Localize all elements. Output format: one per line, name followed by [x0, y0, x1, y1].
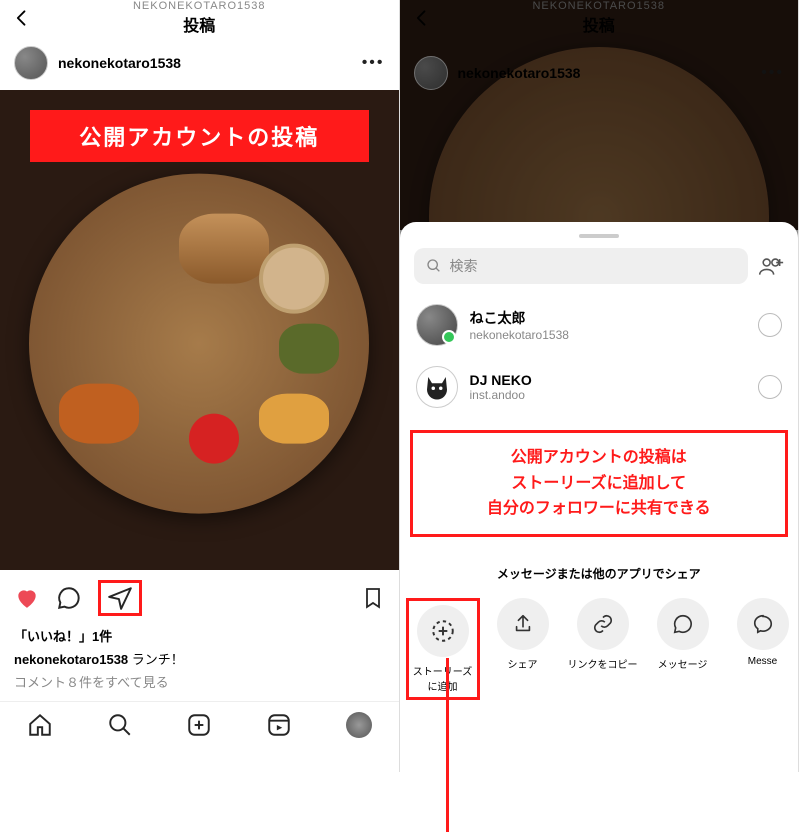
- header-title: 投稿: [0, 12, 399, 36]
- post-meta: 「いいね！」1件 nekonekotaro1538 ランチ！ コメント８件をすべ…: [0, 626, 399, 701]
- share-label: ストーリーズに追加: [411, 663, 475, 693]
- copy-link-button[interactable]: リンクをコピー: [566, 598, 640, 671]
- share-section-title: メッセージまたは他のアプリでシェア: [400, 545, 799, 592]
- share-label: リンクをコピー: [568, 656, 638, 671]
- search-placeholder: 検索: [450, 256, 478, 276]
- post-header: nekonekotaro1538 •••: [0, 36, 399, 90]
- add-to-story-button[interactable]: ストーリーズに追加: [406, 598, 480, 700]
- contact-avatar: [416, 304, 458, 346]
- contact-name: DJ NEKO: [470, 372, 747, 388]
- avatar[interactable]: [14, 46, 48, 80]
- contact-item[interactable]: ねこ太郎 nekonekotaro1538: [400, 294, 799, 356]
- search-input[interactable]: 検索: [414, 248, 749, 284]
- share-sheet: 検索 ねこ太郎 nekonekotaro1538 DJ NEKO inst.an…: [400, 222, 799, 772]
- callout-annotation: 公開アカウントの投稿は ストーリーズに追加して 自分のフォロワーに共有できる: [410, 430, 789, 537]
- view-comments[interactable]: コメント８件をすべて見る: [14, 672, 385, 691]
- profile-icon[interactable]: [346, 712, 372, 738]
- share-options: ストーリーズに追加 シェア リンクをコピー メッセージ Messe: [400, 592, 799, 714]
- contact-handle: nekonekotaro1538: [470, 328, 747, 342]
- home-icon[interactable]: [27, 712, 53, 738]
- like-icon[interactable]: [14, 585, 40, 611]
- share-icon[interactable]: [98, 580, 142, 616]
- connector-line: [446, 658, 449, 832]
- overlay-annotation: 公開アカウントの投稿: [30, 110, 369, 162]
- caption: nekonekotaro1538 ランチ！: [14, 649, 385, 668]
- contact-handle: inst.andoo: [470, 388, 747, 402]
- contact-item[interactable]: DJ NEKO inst.andoo: [400, 356, 799, 418]
- share-label: メッセージ: [658, 656, 708, 671]
- select-radio[interactable]: [758, 313, 782, 337]
- contact-name: ねこ太郎: [470, 308, 747, 328]
- messenger-button[interactable]: Messe: [726, 598, 799, 667]
- header-subtitle: NEKONEKOTARO1538: [0, 0, 399, 12]
- header: NEKONEKOTARO1538 投稿: [0, 0, 399, 36]
- post-image[interactable]: 公開アカウントの投稿: [0, 90, 399, 570]
- share-label: Messe: [748, 656, 777, 667]
- share-button[interactable]: シェア: [486, 598, 560, 671]
- message-button[interactable]: メッセージ: [646, 598, 720, 671]
- action-bar: [0, 570, 399, 626]
- reels-icon[interactable]: [266, 712, 292, 738]
- comment-icon[interactable]: [56, 585, 82, 611]
- bookmark-icon[interactable]: [361, 586, 385, 610]
- back-button[interactable]: [12, 8, 32, 28]
- like-count[interactable]: 「いいね！」1件: [14, 626, 385, 645]
- sheet-handle[interactable]: [579, 234, 619, 238]
- select-radio[interactable]: [758, 375, 782, 399]
- back-button[interactable]: [412, 8, 432, 28]
- bottom-nav: [0, 701, 399, 752]
- caption-text: ランチ！: [132, 652, 184, 667]
- share-label: シェア: [508, 656, 538, 671]
- add-post-icon[interactable]: [186, 712, 212, 738]
- more-icon[interactable]: •••: [362, 54, 385, 72]
- create-group-icon[interactable]: [758, 255, 784, 277]
- caption-username[interactable]: nekonekotaro1538: [14, 652, 128, 667]
- contact-avatar: [416, 366, 458, 408]
- search-icon[interactable]: [107, 712, 133, 738]
- post-username[interactable]: nekonekotaro1538: [58, 55, 352, 71]
